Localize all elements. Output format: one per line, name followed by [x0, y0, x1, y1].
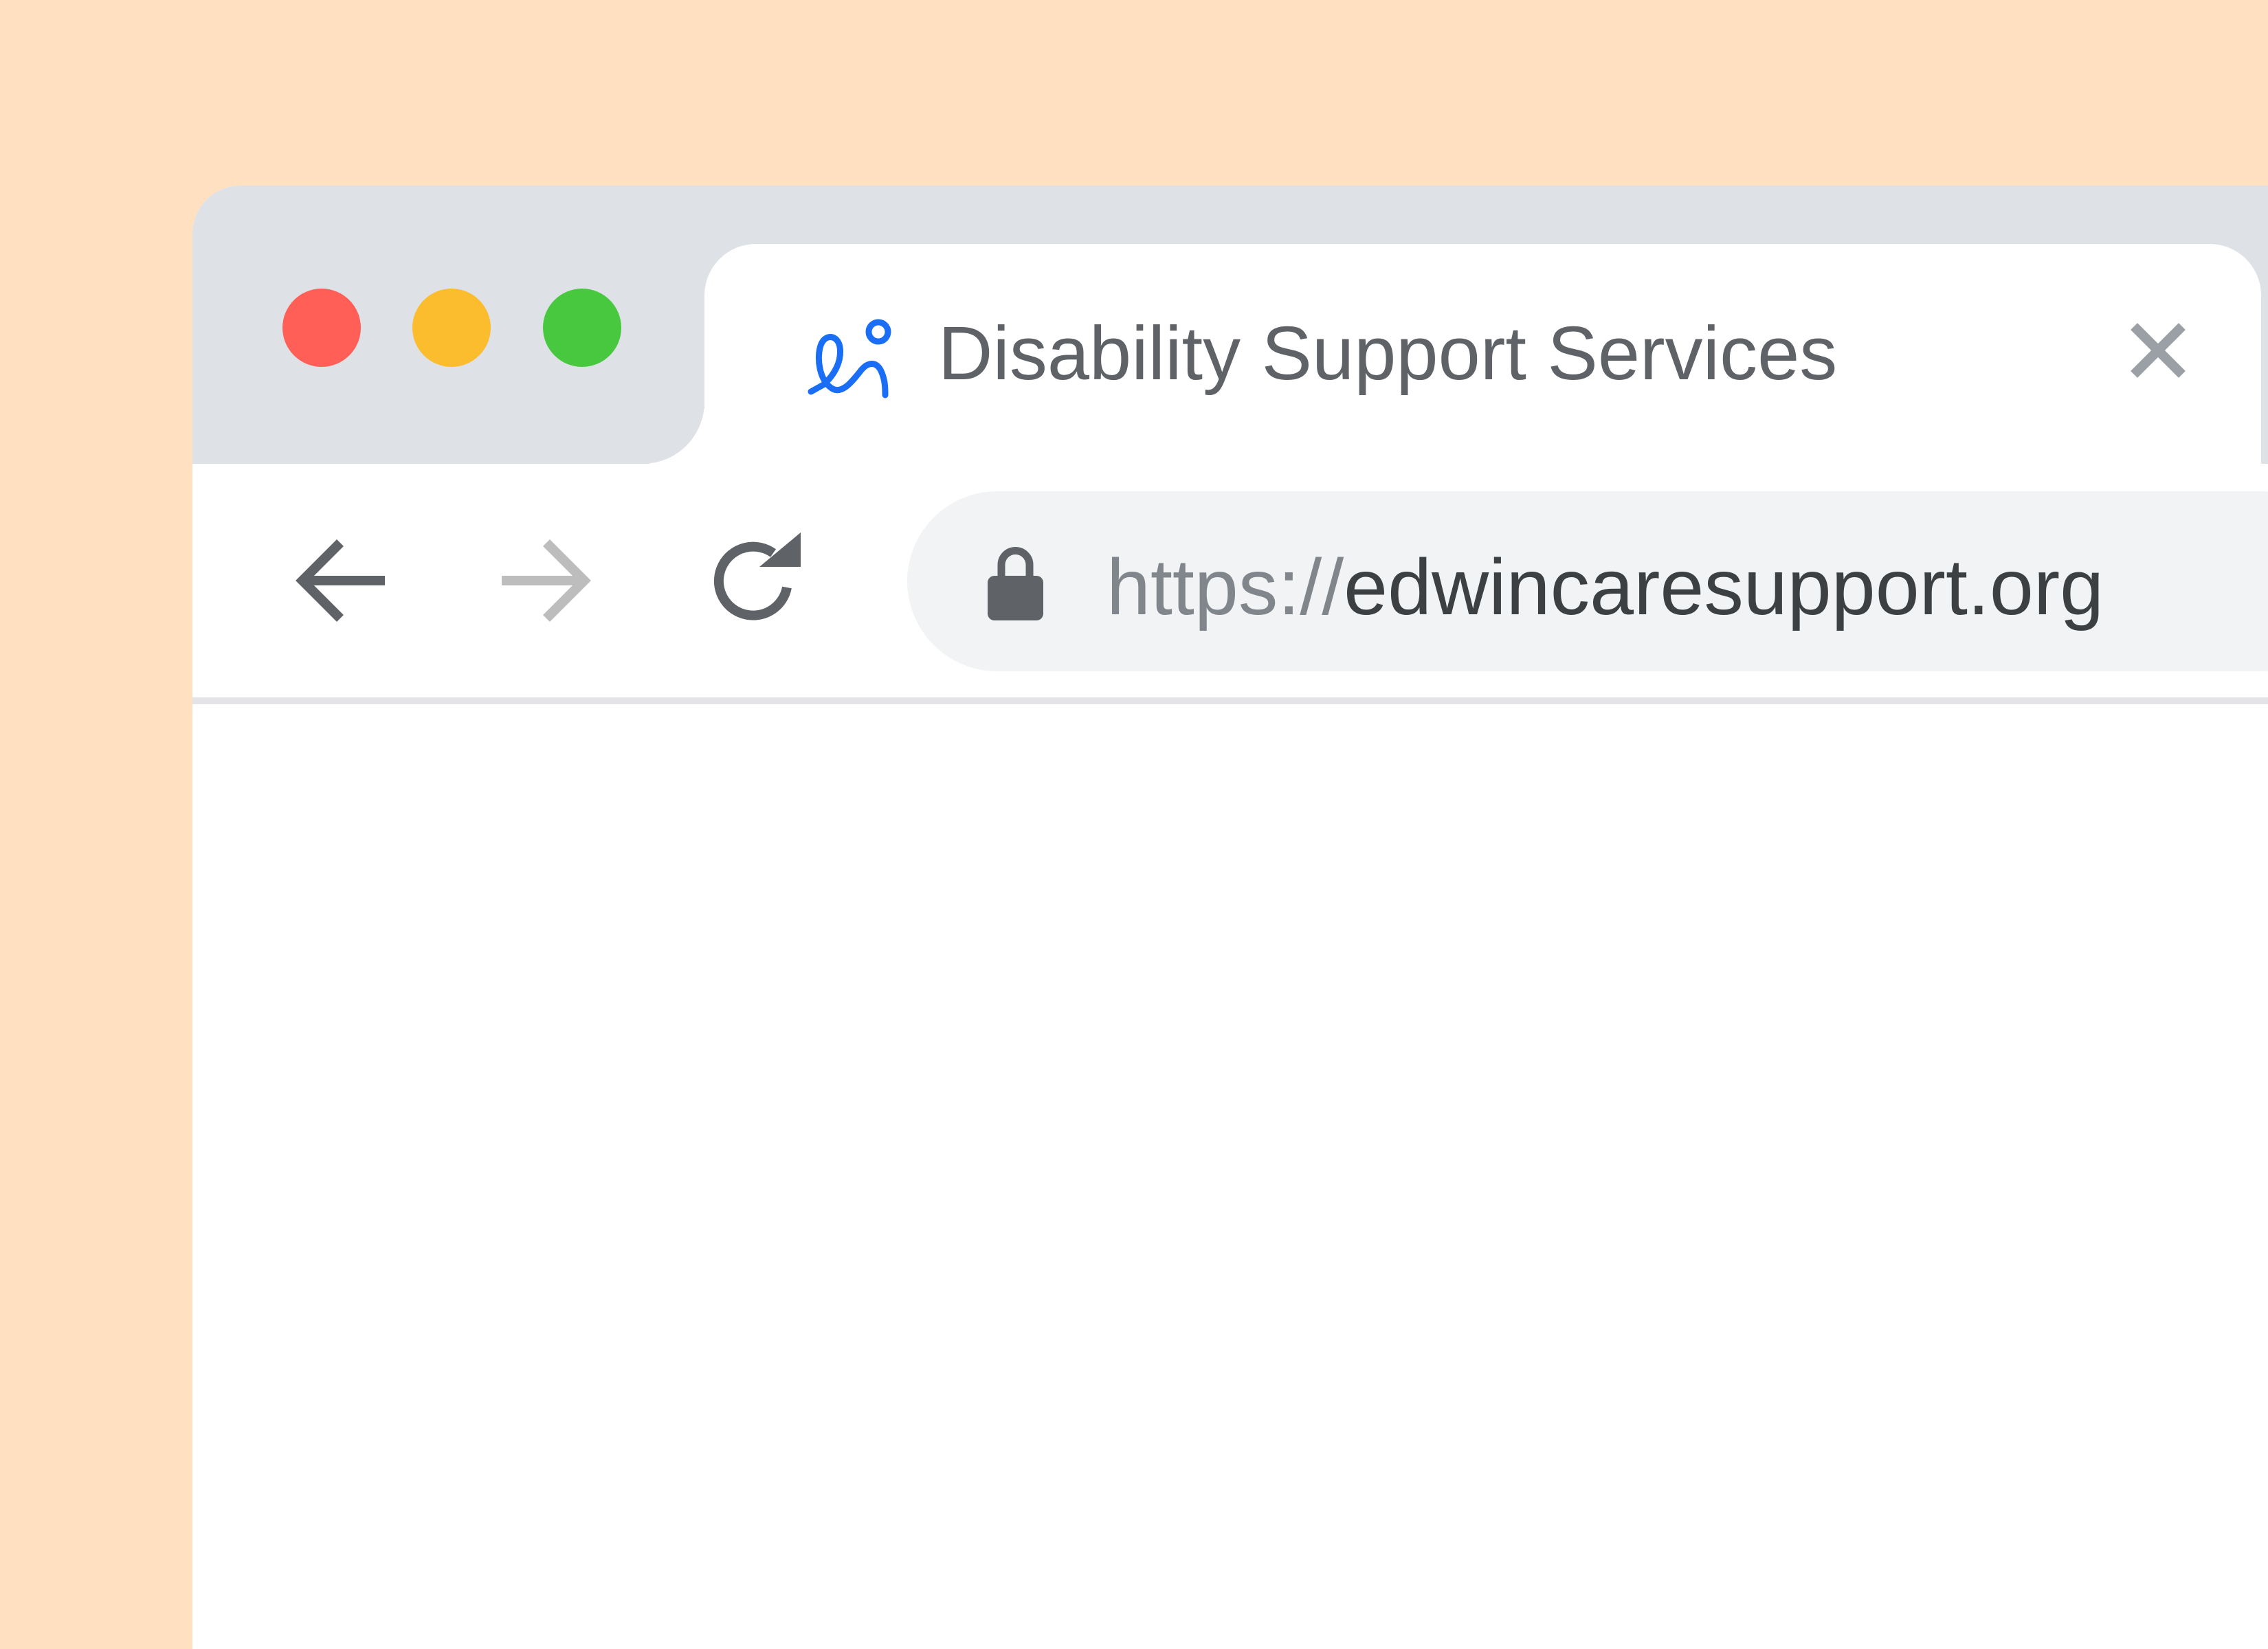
window-minimize-button[interactable] — [412, 289, 491, 367]
page-content — [192, 704, 2268, 1649]
arrow-right-icon[interactable] — [495, 529, 598, 632]
toolbar-divider — [192, 697, 2268, 704]
tab-title: Disability Support Services — [938, 311, 1838, 396]
arrow-left-icon[interactable] — [289, 529, 392, 632]
reload-icon[interactable] — [704, 529, 808, 632]
window-close-button[interactable] — [282, 289, 361, 367]
url-text[interactable]: https://edwincaresupport.org — [1107, 539, 2104, 636]
url-host: edwincaresupport.org — [1344, 543, 2104, 631]
close-icon[interactable] — [2127, 319, 2189, 381]
window-zoom-button[interactable] — [543, 289, 621, 367]
people-logo-icon — [808, 319, 891, 399]
lock-icon[interactable] — [986, 543, 1045, 622]
url-scheme: https:// — [1107, 543, 1344, 631]
